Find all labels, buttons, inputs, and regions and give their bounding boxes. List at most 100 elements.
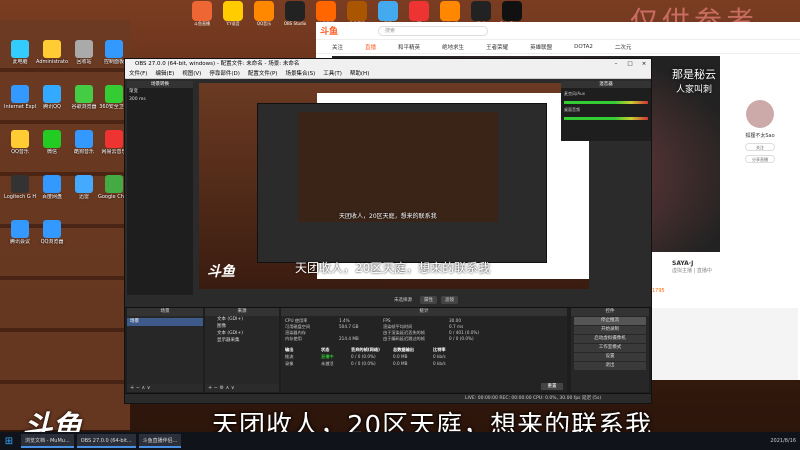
taskbar-items: 浏览文档 - MuMu... OBS 27.0.0 (64-bit... 斗鱼直播伴… — [18, 434, 182, 448]
app-icon — [223, 1, 243, 21]
menu-item[interactable]: 帮助(H) — [350, 71, 369, 77]
recommend-thumbnails[interactable] — [648, 308, 798, 380]
stats-cell: 0 kb/s — [433, 361, 446, 366]
close-button[interactable]: × — [637, 59, 651, 69]
windows-start-icon[interactable]: ⊞ — [0, 432, 18, 450]
stats-table-row: 推流 直播中 0 / 0 (0.0%) 0.0 MB 0 kb/s — [285, 353, 563, 360]
preview-obs-recursive — [257, 103, 547, 263]
taskbar-item[interactable]: 斗鱼直播伴侣... — [138, 434, 182, 448]
scene-item[interactable]: 场景 — [127, 318, 203, 326]
app-icon — [11, 40, 29, 58]
menu-item[interactable]: 停靠部件(D) — [209, 71, 240, 77]
source-toolbar: 未选择源 属性 滤镜 — [199, 295, 649, 305]
desktop-shortcut[interactable]: 迅雷 — [68, 175, 100, 201]
follow-button[interactable]: 关注 — [745, 143, 775, 151]
desktop-shortcut[interactable]: Y.Y语音 — [221, 0, 245, 30]
app-icon — [75, 85, 93, 103]
stats-cell: 0 kb/s — [433, 354, 446, 359]
desktop-shortcut[interactable]: 回收站 — [68, 40, 100, 66]
source-item[interactable]: 显示器采集 — [205, 337, 279, 344]
minimize-button[interactable]: – — [609, 59, 623, 69]
preview-subtitle: 天团收人，20区天庭，想来的联系我 — [295, 261, 491, 275]
desktop-shortcut[interactable]: 此电脑 — [4, 40, 36, 66]
transition-panel: 场景转换 渐变 300 ms — [127, 81, 193, 295]
desktop-shortcut[interactable]: Internet Explorer — [4, 85, 36, 111]
properties-button[interactable]: 属性 — [420, 296, 437, 304]
stats-cell: 推流 — [285, 354, 294, 359]
nav-tab[interactable]: 关注 — [332, 43, 343, 51]
app-icon — [378, 1, 398, 21]
scenes-footer[interactable]: + − ∧ ∨ — [127, 384, 203, 392]
nav-tab[interactable]: 二次元 — [615, 43, 632, 51]
taskbar-item[interactable]: 浏览文档 - MuMu... — [21, 434, 74, 448]
control-button[interactable]: 设置 — [574, 353, 646, 361]
stats-dock: 统计 CPU 使用率 1.4% FPS 30.00 可用磁盘空间 504.7 GB 渲染帧平… — [281, 308, 567, 392]
nav-tab[interactable]: 英雄联盟 — [530, 43, 552, 51]
source-item[interactable]: 文本 (GDI+) — [205, 316, 279, 323]
obs-menubar: 文件(F) 编辑(E) 视图(V) 停靠部件(D) 配置文件(P) 场景集合(S) 工具(T… — [125, 69, 651, 79]
app-icon — [440, 1, 460, 21]
transition-type[interactable]: 渐变 — [127, 88, 193, 96]
control-button[interactable]: 停止推流 — [574, 317, 646, 325]
obs-preview[interactable]: 天团收人，20区天庭，想来的联系我 斗鱼 天团收人，20区天庭，想来的联系我 — [199, 83, 589, 289]
taskbar-clock[interactable]: 2021/8/16 — [770, 438, 796, 444]
menu-item[interactable]: 编辑(E) — [155, 71, 174, 77]
nav-tab[interactable]: DOTA2 — [574, 44, 593, 50]
desktop-shortcut[interactable]: 谷歌浏览器 — [68, 85, 100, 111]
control-button[interactable]: 工作室模式 — [574, 344, 646, 352]
search-input[interactable]: 搜索 — [378, 25, 488, 36]
stats-table: 输出 状态 丢弃的帧(网络) 总数据输出 比特率 推流 直播中 0 / 0 (0.0%) 0.0… — [285, 346, 563, 367]
share-button[interactable]: 分享直播 — [745, 155, 775, 163]
desktop-shortcut[interactable]: 百度网盘 — [36, 175, 68, 201]
desktop-shortcut[interactable]: Administrator — [36, 40, 68, 66]
control-button[interactable]: 开始录制 — [574, 326, 646, 334]
desktop-shortcut[interactable]: OBS Studio — [283, 0, 307, 30]
app-icon — [502, 1, 522, 21]
mixer-meter[interactable] — [564, 101, 648, 104]
desktop-shortcut[interactable]: QQ浏览器 — [36, 220, 68, 246]
selected-source-label: 未选择源 — [394, 298, 412, 303]
desktop-shortcut-label: OBS Studio — [283, 21, 307, 26]
obs-window[interactable]: OBS 27.0.0 (64-bit, windows) - 配置文件: 未命名… — [124, 58, 652, 404]
transition-duration[interactable]: 300 ms — [127, 96, 193, 104]
taskbar-item[interactable]: OBS 27.0.0 (64-bit... — [76, 434, 136, 448]
nav-tab[interactable]: 直播 — [365, 43, 376, 51]
mixer-meter[interactable] — [564, 117, 648, 120]
streamer-avatar[interactable] — [746, 100, 774, 128]
desktop-shortcut[interactable]: Logitech G HUB — [4, 175, 36, 201]
desktop-shortcut[interactable]: 酷狗音乐 — [68, 130, 100, 156]
room-info: SAYA·J 虚拟主播 | 直播中 1795 — [648, 256, 800, 306]
room-info-name[interactable]: SAYA·J — [672, 260, 796, 267]
control-button[interactable]: 退出 — [574, 362, 646, 370]
desktop-shortcut[interactable]: 腾讯QQ — [36, 85, 68, 111]
streamer-name[interactable]: 狐狸不太Sao — [720, 132, 800, 139]
desktop-shortcut[interactable]: QQ音乐 — [252, 0, 276, 30]
source-item[interactable]: 文本 (GDI+) — [205, 330, 279, 337]
source-item[interactable]: 图像 — [205, 323, 279, 330]
douyu-logo[interactable]: 斗鱼 — [320, 24, 364, 37]
maximize-button[interactable]: □ — [623, 59, 637, 69]
desktop-shortcut-label: 斗鱼直播 — [194, 21, 210, 26]
mixer-track-name: 麦克风/Aux — [564, 91, 585, 96]
menu-item[interactable]: 视图(V) — [182, 71, 201, 77]
nav-tab[interactable]: 王者荣耀 — [486, 43, 508, 51]
menu-item[interactable]: 文件(F) — [129, 71, 147, 77]
desktop-shortcut[interactable]: 斗鱼直播 — [190, 0, 214, 30]
sources-footer[interactable]: + − ⚙ ∧ ∨ — [205, 384, 279, 392]
app-icon — [11, 130, 29, 148]
menu-item[interactable]: 场景集合(S) — [285, 71, 315, 77]
reset-button[interactable]: 重置 — [541, 383, 563, 390]
filters-button[interactable]: 滤镜 — [441, 296, 458, 304]
desktop-shortcut[interactable]: 微信 — [36, 130, 68, 156]
desktop-shortcut[interactable]: QQ音乐 — [4, 130, 36, 156]
menu-item[interactable]: 工具(T) — [323, 71, 342, 77]
nav-tab[interactable]: 绝地求生 — [442, 43, 464, 51]
control-button[interactable]: 启动虚拟摄像机 — [574, 335, 646, 343]
app-icon — [409, 1, 429, 21]
menu-item[interactable]: 配置文件(P) — [248, 71, 278, 77]
nav-tab[interactable]: 和平精英 — [398, 43, 420, 51]
app-icon — [11, 220, 29, 238]
desktop-shortcut[interactable]: 腾讯会议 — [4, 220, 36, 246]
app-icon — [75, 130, 93, 148]
desktop-shortcut-label: Administrator — [36, 59, 68, 65]
